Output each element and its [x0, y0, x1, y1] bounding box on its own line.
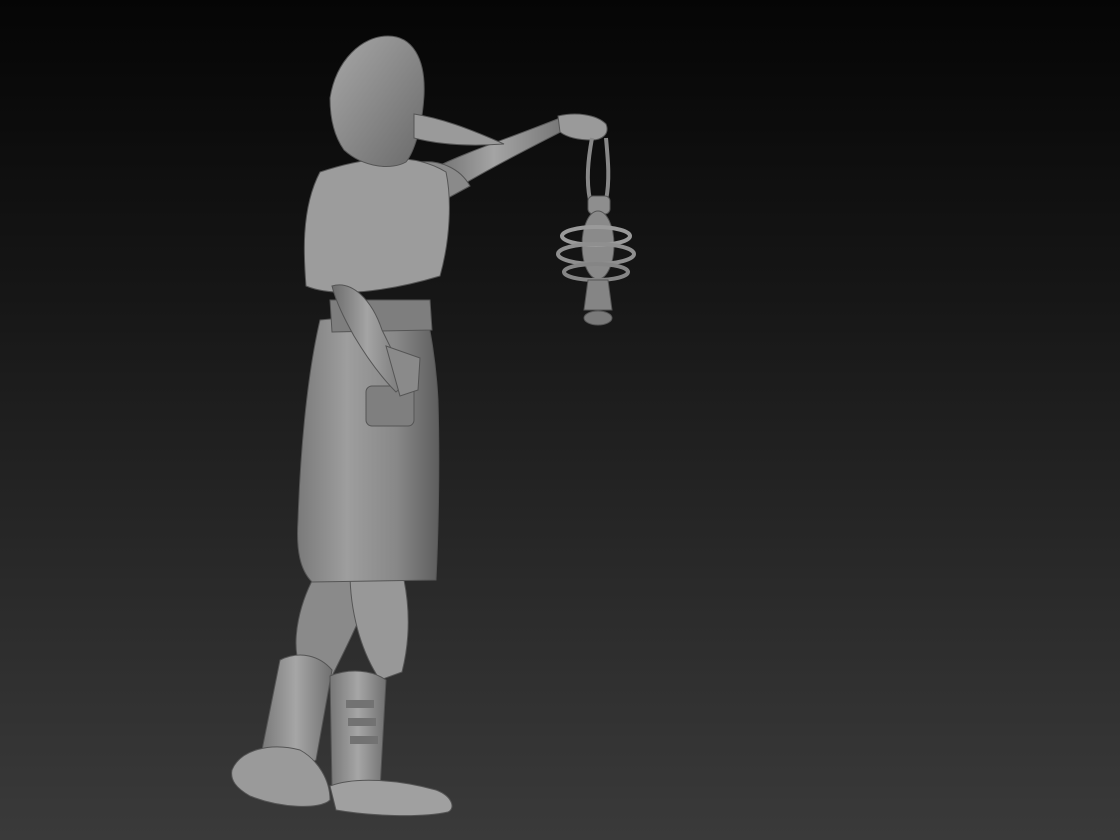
cape [303, 158, 450, 293]
plague-doctor-model [231, 35, 636, 817]
hood [329, 35, 505, 167]
sculpt-viewport[interactable] [0, 0, 1120, 840]
lantern [556, 137, 636, 326]
legs [231, 569, 453, 817]
